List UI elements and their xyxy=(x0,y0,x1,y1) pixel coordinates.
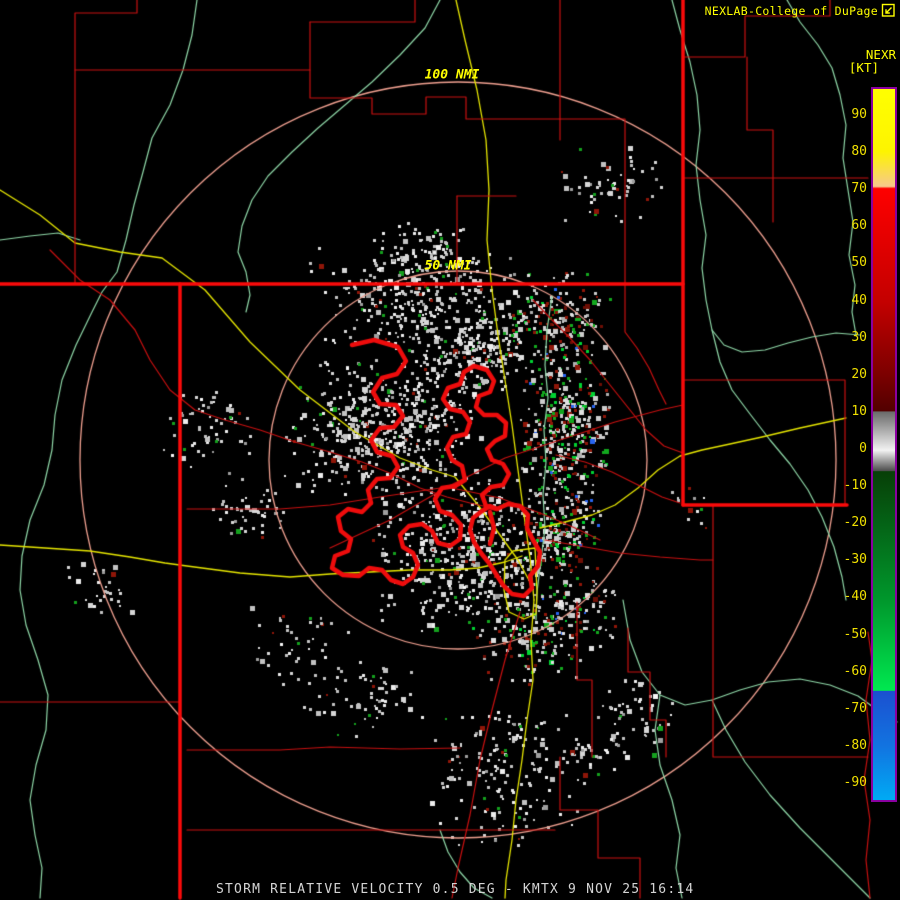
colorbar-tick-label: 30 xyxy=(851,329,867,345)
colorbar-tick-label: -70 xyxy=(843,700,867,716)
colorbar-tick-label: 90 xyxy=(851,107,867,122)
radar-viewer: 100 NMI 50 NMI NEXLAB-College of DuPage … xyxy=(0,0,900,900)
brand-label: NEXLAB-College of DuPage xyxy=(704,3,878,18)
colorbar-tick-label: -10 xyxy=(843,478,867,494)
colorbar-units: [KT] xyxy=(848,60,879,75)
range-ring-label-50nmi: 50 NMI xyxy=(424,258,472,274)
colorbar-tick-label: 70 xyxy=(851,181,867,197)
colorbar-tick-label: 20 xyxy=(851,366,867,382)
colorbar-tick-label: -20 xyxy=(843,515,867,531)
radar-map-canvas xyxy=(0,0,900,900)
colorbar-tick-label: -50 xyxy=(843,626,867,642)
colorbar-tick-label: -60 xyxy=(843,663,867,679)
colorbar-tick-label: -30 xyxy=(843,552,867,568)
colorbar-tick-label: -80 xyxy=(843,737,867,753)
colorbar xyxy=(871,87,897,802)
external-link-icon xyxy=(881,3,896,18)
colorbar-tick-label: 0 xyxy=(859,441,867,456)
product-status-text: STORM RELATIVE VELOCITY 0.5 DEG - KMTX 9… xyxy=(216,882,695,897)
colorbar-tick-label: 40 xyxy=(851,292,867,308)
brand-link[interactable]: NEXLAB-College of DuPage xyxy=(705,3,896,18)
colorbar-tick-label: -40 xyxy=(843,589,867,605)
range-ring-label-100nmi: 100 NMI xyxy=(424,67,480,83)
colorbar-tick-label: -90 xyxy=(843,774,867,790)
colorbar-tick-label: 60 xyxy=(851,218,867,234)
colorbar-tick-label: 80 xyxy=(851,144,867,160)
colorbar-tick-label: 50 xyxy=(851,255,867,271)
colorbar-tick-label: 10 xyxy=(851,403,867,419)
